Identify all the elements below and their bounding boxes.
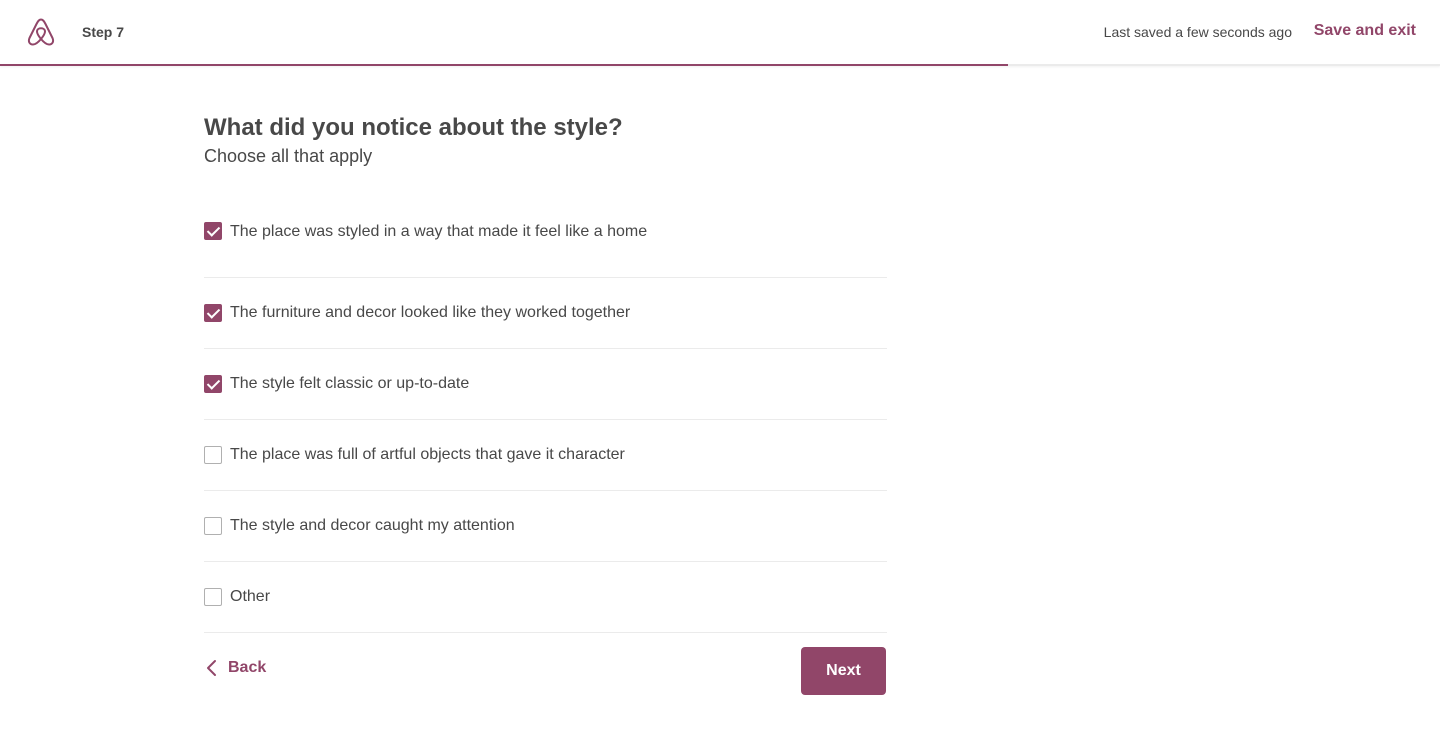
chevron-left-icon xyxy=(207,660,216,676)
question-subtitle: Choose all that apply xyxy=(204,146,373,166)
checkbox[interactable] xyxy=(204,588,222,606)
checkbox[interactable] xyxy=(204,517,222,535)
option-row[interactable]: The style and decor caught my attention xyxy=(204,491,887,562)
option-row[interactable]: The style felt classic or up-to-date xyxy=(204,349,887,420)
last-saved-status: Last saved a few seconds ago xyxy=(1103,24,1292,40)
progress-bar xyxy=(0,64,1008,66)
option-row[interactable]: The place was styled in a way that made … xyxy=(204,199,887,278)
option-row[interactable]: The place was full of artful objects tha… xyxy=(204,420,887,491)
save-and-exit-link[interactable]: Save and exit xyxy=(1314,21,1416,41)
checkbox[interactable] xyxy=(204,304,222,322)
option-row[interactable]: The furniture and decor looked like they… xyxy=(204,278,887,349)
option-row[interactable]: Other xyxy=(204,562,887,633)
question-title: What did you notice about the style? xyxy=(204,114,623,141)
option-label: The furniture and decor looked like they… xyxy=(230,304,631,321)
option-label: The place was full of artful objects tha… xyxy=(230,446,625,463)
option-label: The style and decor caught my attention xyxy=(230,517,515,534)
checkbox[interactable] xyxy=(204,375,222,393)
main-content: What did you notice about the style? Cho… xyxy=(204,112,887,633)
step-label: Step 7 xyxy=(82,24,125,40)
option-label: The place was styled in a way that made … xyxy=(230,223,648,240)
checkbox[interactable] xyxy=(204,222,222,240)
options-list: The place was styled in a way that made … xyxy=(204,199,887,633)
back-label: Back xyxy=(228,659,267,676)
back-button[interactable]: Back xyxy=(204,658,266,678)
option-label: The style felt classic or up-to-date xyxy=(230,375,470,392)
checkbox[interactable] xyxy=(204,446,222,464)
top-bar: Step 7 Last saved a few seconds ago Save… xyxy=(0,0,1440,66)
airbnb-logo-icon[interactable] xyxy=(24,15,58,49)
next-button[interactable]: Next xyxy=(801,647,886,695)
option-label: Other xyxy=(230,588,271,605)
